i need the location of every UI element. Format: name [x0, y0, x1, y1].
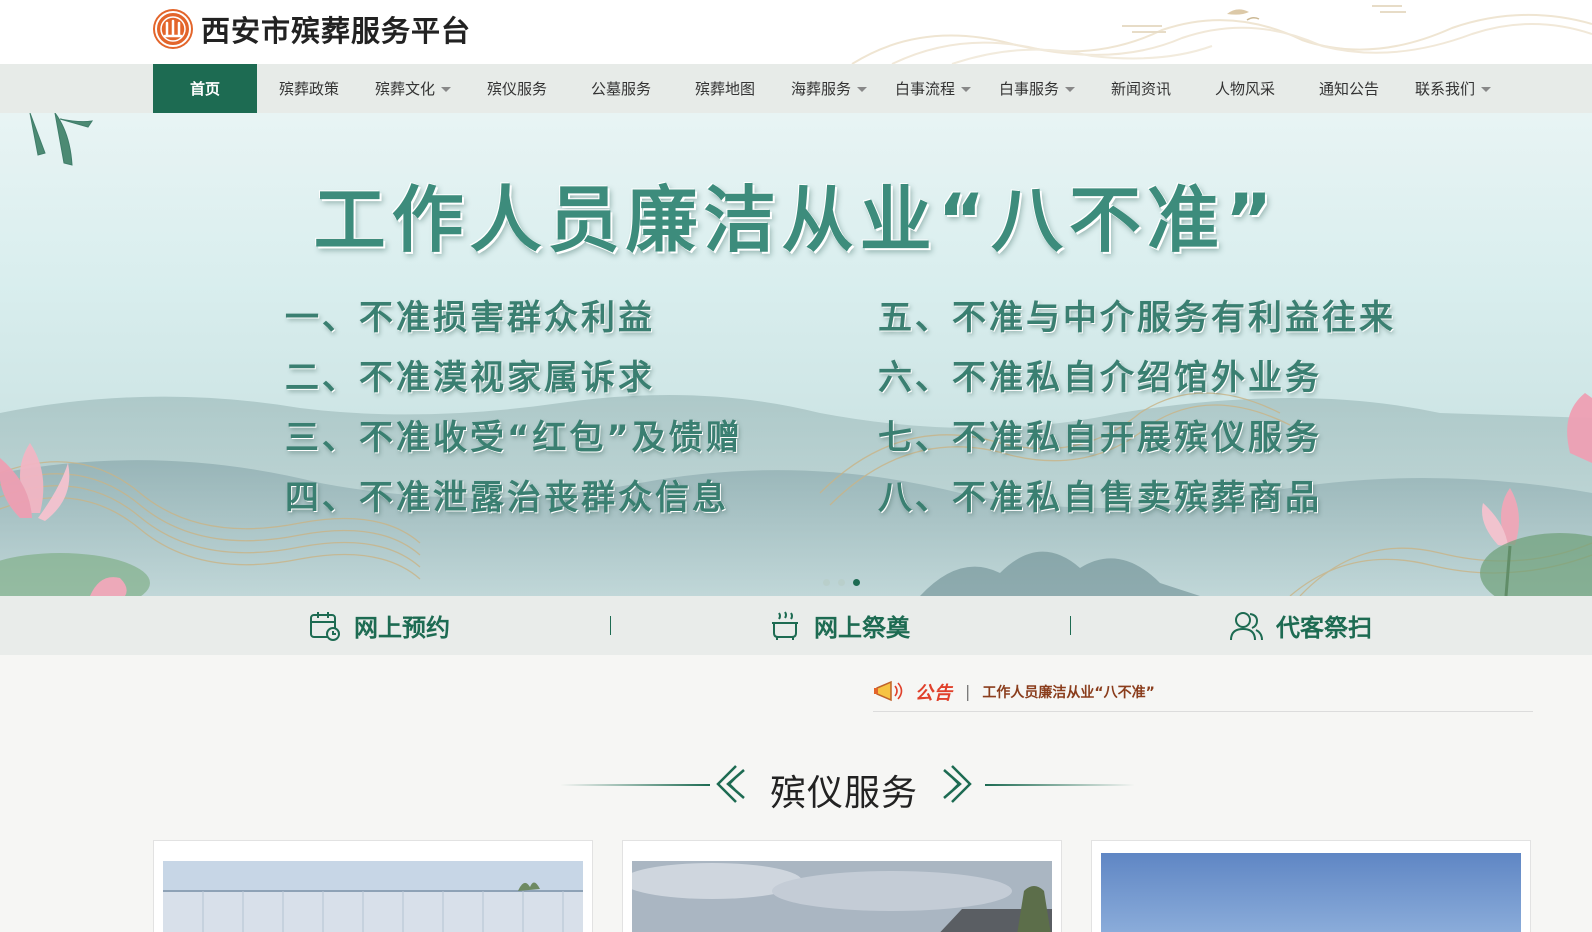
- nav-item-label: 新闻资讯: [1110, 80, 1171, 98]
- caret-down-icon: [1065, 87, 1075, 92]
- caret-down-icon: [441, 87, 451, 92]
- proxy-sweeping-label: 代客祭扫: [1276, 614, 1372, 642]
- nav-item-label: 白事服务: [998, 80, 1059, 98]
- online-reservation-button[interactable]: 网上预约: [308, 596, 450, 655]
- quick-service-bar: 网上预约 网上祭奠 代客祭扫: [0, 596, 1592, 655]
- online-memorial-button[interactable]: 网上祭奠: [768, 596, 910, 655]
- notice-text[interactable]: 工作人员廉洁从业“八不准”: [982, 682, 1154, 702]
- nav-item-8[interactable]: 白事服务: [985, 64, 1089, 113]
- notice-divider: |: [965, 682, 971, 701]
- site-header: 西安市殡葬服务平台: [0, 0, 1592, 64]
- service-card[interactable]: [622, 840, 1062, 932]
- notice-ticker[interactable]: 公告 | 工作人员廉洁从业“八不准”: [873, 672, 1533, 712]
- nav-item-label: 殡仪服务: [486, 80, 547, 98]
- nav-item-4[interactable]: 公墓服务: [569, 64, 673, 113]
- rule-item: 二、不准漠视家属诉求: [285, 358, 655, 398]
- slide-indicators: [823, 579, 860, 586]
- divider: [610, 616, 611, 635]
- nav-item-7[interactable]: 白事流程: [881, 64, 985, 113]
- caret-down-icon: [857, 87, 867, 92]
- rules-left: 一、不准损害群众利益 二、不准漠视家属诉求三、不准收受“红包”及馈赠 四、不准泄露治…: [285, 288, 743, 528]
- site-title: 西安市殡葬服务平台: [201, 14, 472, 48]
- caret-down-icon: [961, 87, 971, 92]
- nav-item-10[interactable]: 人物风采: [1193, 64, 1297, 113]
- logo-icon: [153, 9, 193, 49]
- people-icon: [1230, 611, 1263, 640]
- main-nav: 首页 殡葬政策 殡葬文化 殡仪服务 公墓服务 殡葬地图 海葬服务 白事流程 白事服务 新闻资讯 人物…: [0, 64, 1592, 113]
- nav-item-label: 联系我们: [1414, 80, 1475, 98]
- site-logo[interactable]: 西安市殡葬服务平台: [153, 8, 471, 50]
- nav-item-label: 通知公告: [1318, 80, 1379, 98]
- nav-item-9[interactable]: 新闻资讯: [1089, 64, 1193, 113]
- online-reservation-label: 网上预约: [354, 614, 450, 642]
- slide-dot[interactable]: [823, 579, 830, 586]
- nav-item-1[interactable]: 殡葬政策: [257, 64, 361, 113]
- rule-item: 八、不准私自售卖殡葬商品: [878, 478, 1322, 518]
- nav-item-label: 殡葬政策: [278, 80, 339, 98]
- slide-dot[interactable]: [853, 579, 860, 586]
- nav-item-label: 殡葬地图: [694, 80, 755, 98]
- rule-item: 七、不准私自开展殡仪服务: [878, 418, 1322, 458]
- card-image: [163, 861, 583, 932]
- calendar-clock-icon: [310, 611, 340, 641]
- proxy-sweeping-button[interactable]: 代客祭扫: [1228, 596, 1372, 655]
- section-title: 殡仪服务: [770, 773, 919, 814]
- nav-item-6[interactable]: 海葬服务: [777, 64, 881, 113]
- nav-item-11[interactable]: 通知公告: [1297, 64, 1401, 113]
- banner-title: 工作人员廉洁从业“八不准”: [313, 178, 1279, 262]
- rule-item: 四、不准泄露治丧群众信息: [285, 478, 729, 518]
- nav-item-label: 殡葬文化: [374, 80, 435, 98]
- divider: [1070, 616, 1071, 635]
- service-card[interactable]: [1091, 840, 1531, 932]
- section-heading: 殡仪服务: [0, 760, 1592, 814]
- nav-item-label: 公墓服务: [590, 80, 651, 98]
- nav-item-label: 人物风采: [1214, 80, 1275, 98]
- notice-label: 公告: [915, 682, 953, 704]
- card-image: [1101, 853, 1521, 932]
- nav-item-5[interactable]: 殡葬地图: [673, 64, 777, 113]
- nav-item-label: 首页: [189, 80, 220, 98]
- slide-dot[interactable]: [838, 579, 845, 586]
- nav-item-3[interactable]: 殡仪服务: [465, 64, 569, 113]
- bamboo-leaves: [29, 113, 94, 166]
- nav-list: 首页 殡葬政策 殡葬文化 殡仪服务 公墓服务 殡葬地图 海葬服务 白事流程 白事服务 新闻资讯 人物…: [153, 64, 1505, 113]
- nav-item-label: 白事流程: [894, 80, 955, 98]
- rules-right: 五、不准与中介服务有利益往来 六、不准私自介绍馆外业务 七、不准私自开展殡仪服务 八、…: [878, 288, 1396, 528]
- hero-banner[interactable]: 工作人员廉洁从业“八不准” 一、不准损害群众利益 二、不准漠视家属诉求三、不准收受…: [0, 113, 1592, 596]
- card-image: [632, 861, 1052, 932]
- nav-item-label: 海葬服务: [790, 80, 851, 98]
- caret-down-icon: [1481, 87, 1491, 92]
- megaphone-icon: [874, 680, 903, 701]
- header-decoration: [851, 5, 1592, 64]
- rule-item: 三、不准收受“红包”及馈赠: [285, 418, 743, 458]
- rule-item: 五、不准与中介服务有利益往来: [878, 298, 1396, 338]
- service-card[interactable]: [153, 840, 593, 932]
- nav-item-12[interactable]: 联系我们: [1401, 64, 1505, 113]
- online-memorial-label: 网上祭奠: [814, 614, 910, 642]
- rule-item: 一、不准损害群众利益: [285, 298, 655, 338]
- rule-item: 六、不准私自介绍馆外业务: [878, 358, 1322, 398]
- incense-burner-icon: [772, 610, 798, 640]
- nav-item-0[interactable]: 首页: [153, 64, 257, 113]
- nav-item-2[interactable]: 殡葬文化: [361, 64, 465, 113]
